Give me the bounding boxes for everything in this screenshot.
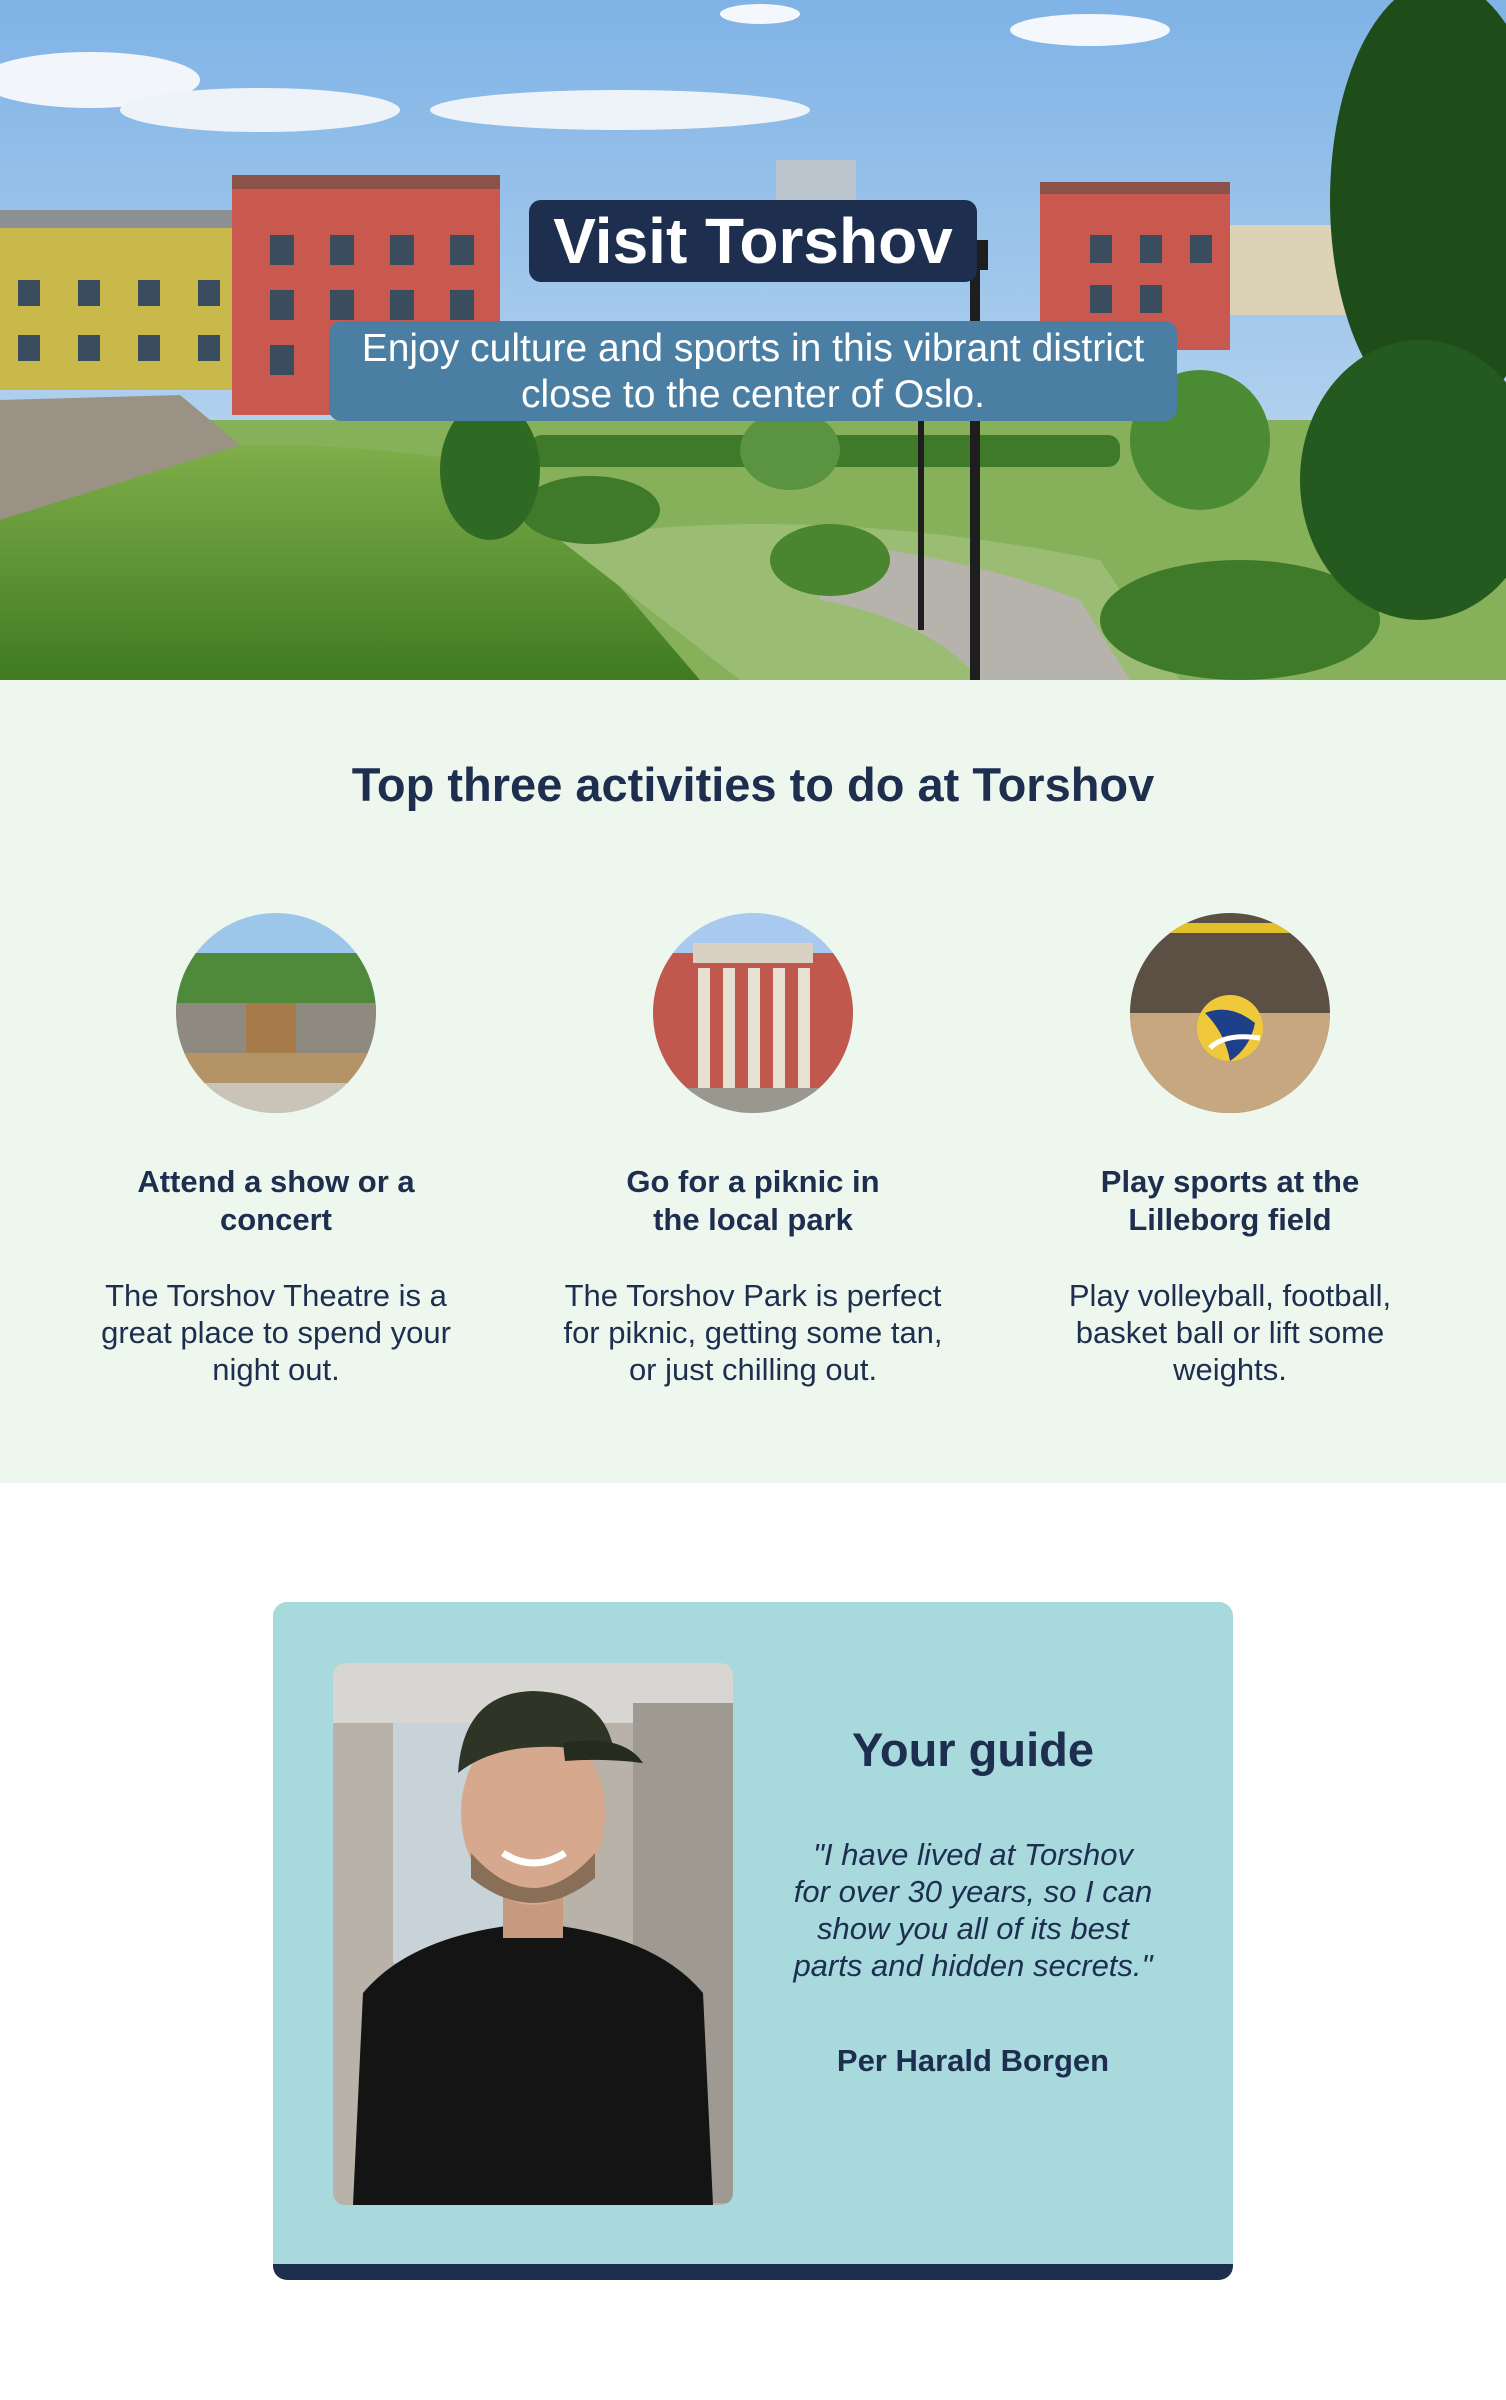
activity-title: Attend a show or a concert	[137, 1164, 415, 1237]
activity-card-theatre: Attend a show or a concert The Torshov T…	[66, 913, 486, 1388]
hero-subtitle: Enjoy culture and sports in this vibrant…	[329, 321, 1177, 421]
volleyball-image	[1130, 913, 1330, 1113]
theatre-building-image	[653, 913, 853, 1113]
guide-photo	[333, 1663, 733, 2205]
activities-heading: Top three activities to do at Torshov	[351, 758, 1155, 811]
activity-text: The Torshov Theatre is a great place to …	[101, 1278, 451, 1387]
guide-quote: "I have lived at Torshov for over 30 yea…	[793, 1837, 1153, 1983]
guide-name: Per Harald Borgen	[836, 2043, 1110, 2078]
activity-card-park: Go for a piknic in the local park The To…	[543, 913, 963, 1388]
theatre-fountain-image	[176, 913, 376, 1113]
activity-text: Play volleyball, football, basket ball o…	[1068, 1278, 1392, 1387]
hero-section: Visit Torshov Enjoy culture and sports i…	[0, 0, 1506, 680]
hero-title: Visit Torshov	[529, 200, 977, 282]
activity-text: The Torshov Park is perfect for piknic, …	[563, 1278, 943, 1387]
activity-card-sports: Play sports at the Lilleborg field Play …	[1020, 913, 1440, 1388]
guide-heading: Your guide	[852, 1723, 1094, 1776]
activity-title: Play sports at the Lilleborg field	[1100, 1164, 1360, 1237]
guide-card: Your guide "I have lived at Torshov for …	[273, 1602, 1233, 2280]
activity-title: Go for a piknic in the local park	[626, 1164, 880, 1237]
activities-section: Top three activities to do at Torshov At…	[0, 680, 1506, 1483]
